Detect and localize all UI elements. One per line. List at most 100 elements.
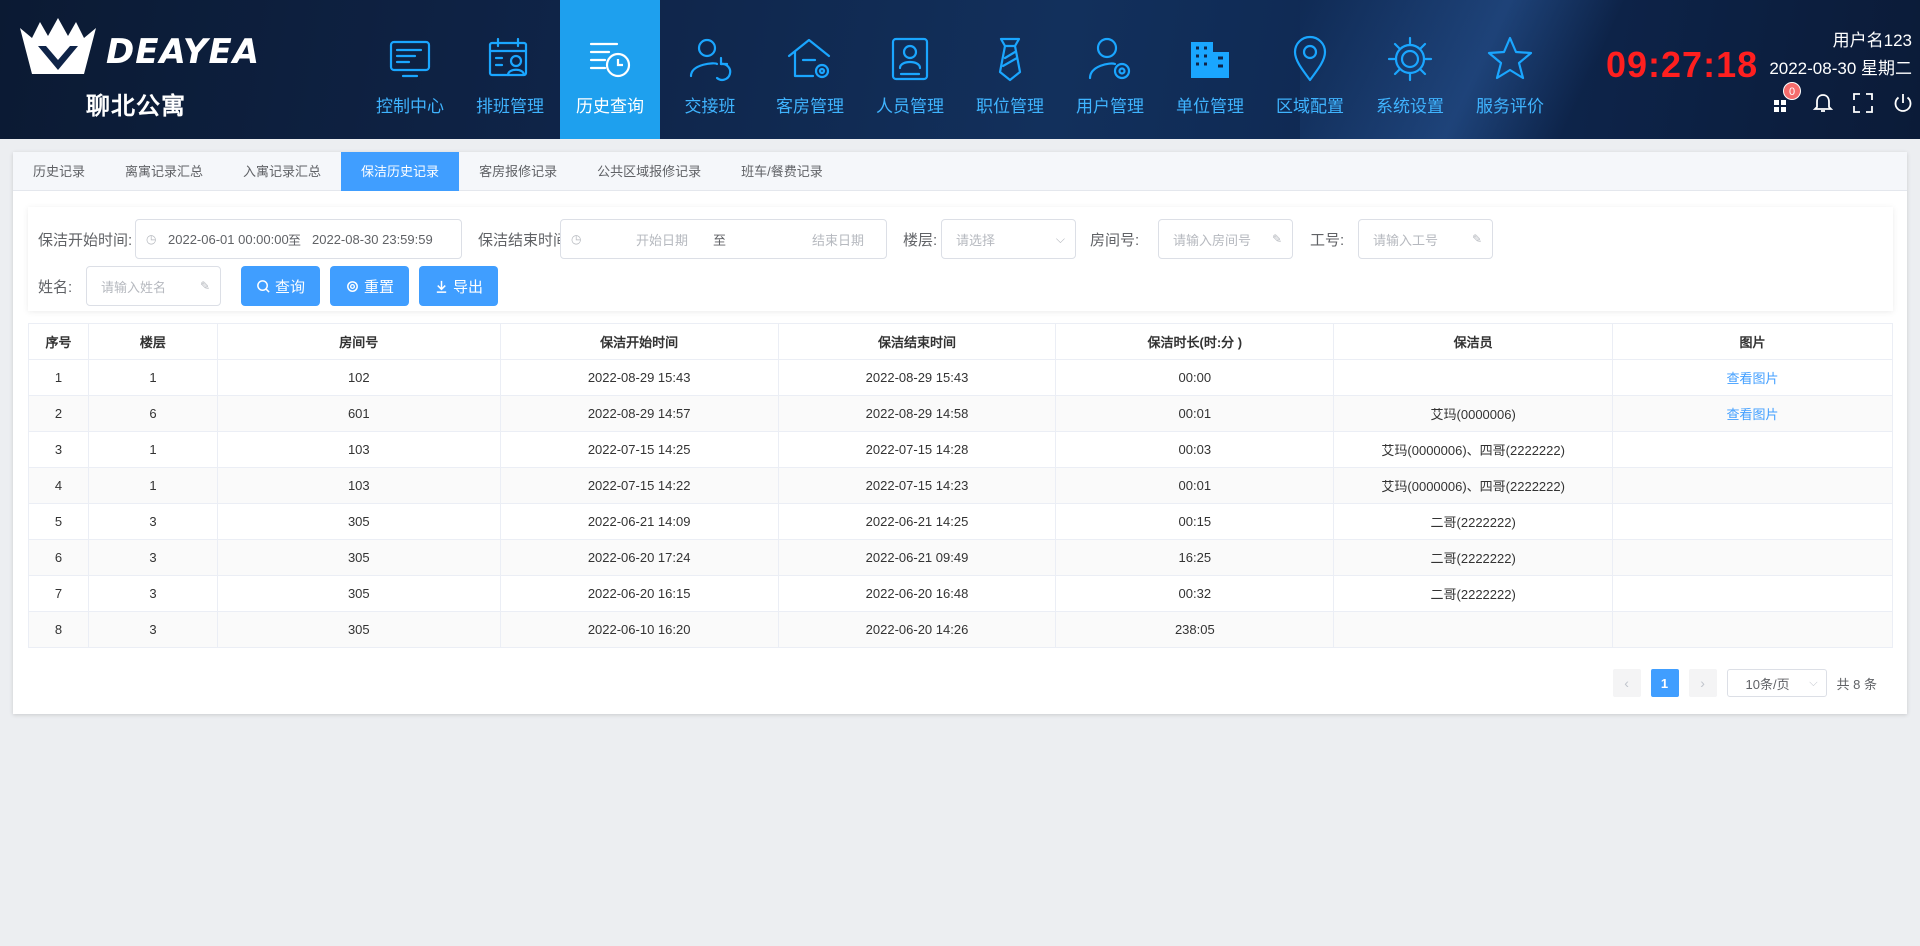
start-from-value: 2022-06-01 00:00:00 [168,231,289,247]
header-tools: 0 [1772,82,1914,114]
table-cell: 00:01 [1055,467,1335,504]
fullscreen-button[interactable] [1852,92,1874,114]
column-header: 房间号 [216,323,501,360]
logout-button[interactable] [1892,92,1914,114]
nav-item-id-card[interactable]: 人员管理 [860,0,960,139]
username[interactable]: 用户名123 [1833,26,1912,51]
table-cell: 2022-06-20 14:26 [777,611,1057,648]
table-cell: 2022-06-21 14:25 [777,503,1057,540]
prev-page-button[interactable]: ‹ [1612,669,1641,697]
end-time-label: 保洁结束时间: [478,232,573,249]
table-cell: 1 [87,359,218,396]
room-input[interactable]: 请输入房间号 ✎ [1158,219,1293,259]
tab-6[interactable]: 班车/餐费记录 [721,152,843,191]
table-cell: 2022-06-10 16:20 [499,611,779,648]
table-cell: 二哥(2222222) [1333,539,1614,576]
query-button-label: 查询 [274,278,305,296]
table-cell: 305 [216,539,501,576]
page-number-current[interactable]: 1 [1650,669,1679,697]
nav-item-monitor[interactable]: 控制中心 [360,0,460,139]
table-cell: 16:25 [1055,539,1335,576]
page-size-select[interactable]: 10条/页 ⌵ [1726,669,1827,697]
name-label: 姓名: [38,279,73,296]
nav-item-location-pin[interactable]: 区域配置 [1260,0,1360,139]
chevron-down-icon: ⌵ [1809,676,1818,689]
nav-label: 客房管理 [776,97,844,116]
nav-label: 用户管理 [1076,97,1144,116]
nav-item-house-gear[interactable]: 客房管理 [760,0,860,139]
table-cell: 2022-06-21 14:09 [499,503,779,540]
nav-item-user-gear[interactable]: 用户管理 [1060,0,1160,139]
apps-button[interactable]: 0 [1772,82,1801,114]
table-cell: 3 [87,611,218,648]
table-cell: 6 [87,395,218,432]
table-cell: 艾玛(0000006)、四哥(2222222) [1333,467,1614,504]
table-row: 2 6 601 2022-08-29 14:57 2022-08-29 14:58 00:… [28,395,1893,432]
nav-item-star[interactable]: 服务评价 [1460,0,1560,139]
table-cell: 2022-06-20 16:48 [777,575,1057,612]
tab-5[interactable]: 公共区域报修记录 [577,152,721,191]
table-row: 4 1 103 2022-07-15 14:22 2022-07-15 14:23 00:… [28,467,1893,504]
nav-label: 交接班 [684,97,736,116]
view-image-link[interactable]: 查看图片 [1727,407,1779,422]
clock-icon: ◷ [571,232,582,246]
nav-item-building[interactable]: 单位管理 [1160,0,1260,139]
room-label: 房间号: [1090,232,1140,249]
tab-2[interactable]: 入寓记录汇总 [223,152,341,191]
table-cell: 查看图片 [1612,395,1893,432]
building-icon [1191,42,1229,78]
edit-icon: ✎ [1471,232,1482,246]
floor-select[interactable]: 请选择 ⌵ [941,219,1076,259]
employee-id-input[interactable]: 请输入工号 ✎ [1358,219,1493,259]
tab-4[interactable]: 客房报修记录 [459,152,577,191]
top-header: DEAYEA 聊北公寓 控制中心 排班管理 历史查询 交接班 客房管理 人员管理… [0,0,1920,139]
nav-item-history-clock[interactable]: 历史查询 [560,0,660,139]
notification-button[interactable] [1812,92,1834,114]
table-row: 3 1 103 2022-07-15 14:25 2022-07-15 14:28 00:… [28,431,1893,468]
table-cell [1612,575,1893,612]
start-time-range[interactable]: ◷ 2022-06-01 00:00:00 至 2022-08-30 23:59… [135,219,462,259]
search-icon [257,279,270,293]
table-cell: 2022-06-21 09:49 [777,539,1057,576]
history-clock-icon [589,42,631,78]
user-gear-icon [1088,37,1131,80]
clock: 09:27:18 [1606,44,1759,85]
table-cell [1333,611,1614,648]
table-cell: 00:32 [1055,575,1335,612]
nav-item-tie[interactable]: 职位管理 [960,0,1060,139]
brand-logo[interactable]: DEAYEA 聊北公寓 [18,14,259,124]
nav-item-calendar-user[interactable]: 排班管理 [460,0,560,139]
table-cell: 601 [216,395,501,432]
start-time-label: 保洁开始时间: [38,232,133,249]
nav-item-user-refresh[interactable]: 交接班 [660,0,760,139]
gear-icon [1387,36,1433,82]
next-page-button[interactable]: › [1688,669,1717,697]
table-cell: 103 [216,467,501,504]
export-button[interactable]: 导出 [419,266,498,306]
record-tabs: 历史记录 离寓记录汇总 入寓记录汇总 保洁历史记录 客房报修记录 公共区域报修记录 班车/餐… [13,152,1907,191]
table-cell: 2022-06-20 16:15 [499,575,779,612]
table-cell: 305 [216,503,501,540]
table-cell: 1 [87,431,218,468]
table-cell: 艾玛(0000006) [1333,395,1614,432]
column-header: 保洁结束时间 [777,323,1057,360]
reset-button[interactable]: 重置 [330,266,409,306]
table-cell: 103 [216,431,501,468]
query-button[interactable]: 查询 [241,266,320,306]
name-placeholder: 请输入姓名 [101,279,167,295]
table-cell: 7 [28,575,89,612]
view-image-link[interactable]: 查看图片 [1727,371,1779,386]
nav-item-gear[interactable]: 系统设置 [1360,0,1460,139]
tab-0[interactable]: 历史记录 [13,152,105,191]
tab-3[interactable]: 保洁历史记录 [341,152,460,191]
table-cell: 2022-06-20 17:24 [499,539,779,576]
name-input[interactable]: 请输入姓名 ✎ [86,266,221,306]
nav-label: 单位管理 [1176,97,1244,116]
table-cell: 305 [216,611,501,648]
tab-1[interactable]: 离寓记录汇总 [105,152,223,191]
main-nav: 控制中心 排班管理 历史查询 交接班 客房管理 人员管理 职位管理 用户管理 单… [360,0,1560,139]
column-header: 保洁开始时间 [499,323,779,360]
table-cell: 查看图片 [1612,359,1893,396]
table-cell: 2022-07-15 14:23 [777,467,1057,504]
end-time-range[interactable]: ◷ 开始日期 至 结束日期 [560,219,887,259]
